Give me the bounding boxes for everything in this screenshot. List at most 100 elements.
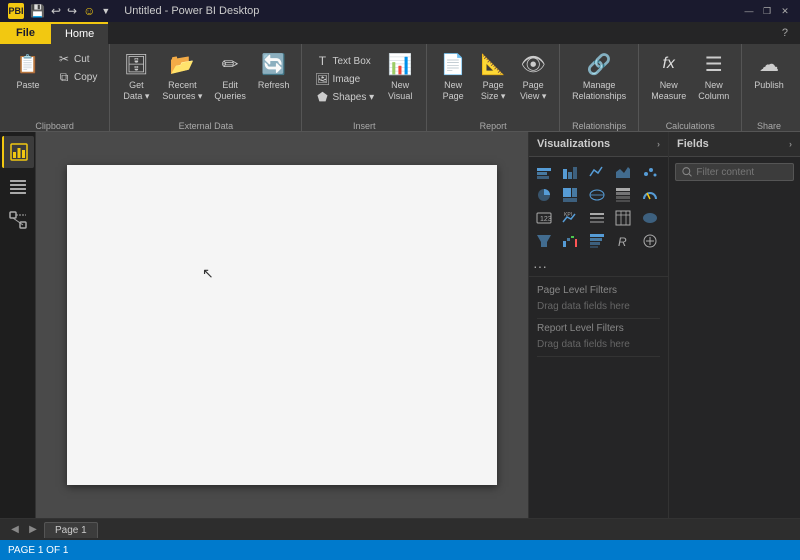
viz-custom[interactable] (639, 230, 661, 252)
dropdown-icon[interactable]: ▼ (101, 6, 110, 16)
viz-line-chart[interactable] (586, 161, 608, 183)
app-icon: PBI (8, 3, 24, 19)
page-tab-1[interactable]: Page 1 (44, 522, 98, 538)
viz-kpi[interactable]: KPI (559, 207, 581, 229)
ribbon-group-external-data: 🗄 GetData ▾ 📂 RecentSources ▾ ✏ EditQuer… (110, 44, 302, 131)
nav-report-view[interactable] (2, 136, 34, 168)
status-text: PAGE 1 OF 1 (8, 545, 68, 556)
more-visualizations-button[interactable]: ··· (529, 256, 668, 276)
cut-button[interactable]: ✂ Cut (52, 50, 101, 68)
page-next-button[interactable]: ▶ (26, 523, 40, 537)
refresh-icon: 🔄 (260, 50, 288, 78)
left-sidebar (0, 132, 36, 518)
shapes-button[interactable]: ⬟ Shapes ▾ (310, 88, 378, 106)
cursor: ↖ (202, 265, 214, 282)
svg-text:123: 123 (540, 216, 552, 223)
visualizations-title: Visualizations (537, 138, 610, 150)
new-measure-icon: fx (655, 50, 683, 78)
page-view-icon: 👁 (519, 50, 547, 78)
fields-title: Fields (677, 138, 709, 150)
canvas-area[interactable]: ↖ (36, 132, 528, 518)
report-level-filters-label: Report Level Filters (537, 319, 660, 336)
recent-sources-icon: 📂 (168, 50, 196, 78)
viz-pie[interactable] (533, 184, 555, 206)
copy-icon: ⧉ (56, 69, 72, 85)
fields-chevron[interactable]: › (789, 139, 792, 149)
viz-clustered-bar[interactable] (559, 161, 581, 183)
image-button[interactable]: 🖼 Image (310, 70, 378, 88)
copy-button[interactable]: ⧉ Copy (52, 68, 101, 86)
shapes-icon: ⬟ (314, 89, 330, 105)
viz-waterfall[interactable] (559, 230, 581, 252)
image-icon: 🖼 (314, 71, 330, 87)
paste-icon: 📋 (14, 50, 42, 78)
svg-text:KPI: KPI (564, 212, 572, 218)
visualizations-panel: Visualizations › (529, 132, 669, 518)
close-button[interactable]: ✕ (778, 4, 792, 18)
right-panel: Visualizations › (528, 132, 800, 518)
get-data-button[interactable]: 🗄 GetData ▾ (118, 48, 154, 104)
tab-home[interactable]: Home (51, 22, 108, 44)
new-page-button[interactable]: 📄 NewPage (435, 48, 471, 104)
undo-icon[interactable]: ↩ (51, 4, 61, 18)
tab-file[interactable]: File (0, 22, 51, 44)
edit-queries-icon: ✏ (216, 50, 244, 78)
save-icon[interactable]: 💾 (30, 4, 45, 18)
page-view-button[interactable]: 👁 PageView ▾ (515, 48, 551, 104)
tab-bar: File Home ? (0, 22, 800, 44)
title-text: Untitled - Power BI Desktop (124, 5, 259, 17)
redo-icon[interactable]: ↪ (67, 4, 77, 18)
visualizations-chevron[interactable]: › (657, 139, 660, 149)
viz-matrix[interactable] (612, 184, 634, 206)
viz-gauge[interactable] (639, 184, 661, 206)
status-bar: PAGE 1 OF 1 (0, 540, 800, 560)
new-column-icon: ☰ (700, 50, 728, 78)
viz-filled-map[interactable] (639, 207, 661, 229)
viz-ribbon[interactable] (586, 230, 608, 252)
new-visual-button[interactable]: 📊 NewVisual (382, 48, 418, 104)
recent-sources-button[interactable]: 📂 RecentSources ▾ (158, 48, 206, 104)
viz-treemap[interactable] (559, 184, 581, 206)
maximize-button[interactable]: ❐ (760, 4, 774, 18)
viz-card[interactable]: 123 (533, 207, 555, 229)
manage-relationships-icon: 🔗 (585, 50, 613, 78)
new-visual-icon: 📊 (386, 50, 414, 78)
smiley-icon[interactable]: ☺ (83, 4, 95, 18)
title-bar: PBI 💾 ↩ ↪ ☺ ▼ Untitled - Power BI Deskto… (0, 0, 800, 22)
viz-map[interactable] (586, 184, 608, 206)
edit-queries-button[interactable]: ✏ EditQueries (210, 48, 250, 104)
cut-icon: ✂ (56, 51, 72, 67)
text-box-button[interactable]: T Text Box (310, 52, 378, 70)
viz-stacked-bar[interactable] (533, 161, 555, 183)
ribbon-group-calculations: fx NewMeasure ☰ NewColumn Calculations (639, 44, 742, 131)
viz-slicer[interactable] (586, 207, 608, 229)
search-icon (682, 166, 692, 178)
viz-scatter[interactable] (639, 161, 661, 183)
report-level-drop-area[interactable]: Drag data fields here (537, 336, 660, 357)
viz-area-chart[interactable] (612, 161, 634, 183)
page-level-drop-area[interactable]: Drag data fields here (537, 298, 660, 319)
refresh-button[interactable]: 🔄 Refresh (254, 48, 294, 93)
new-column-button[interactable]: ☰ NewColumn (694, 48, 733, 104)
ribbon-group-clipboard: 📋 Paste ✂ Cut ⧉ Copy Clipboard (0, 44, 110, 131)
fields-search-box[interactable] (675, 163, 794, 181)
ribbon-group-relationships: 🔗 ManageRelationships Relationships (560, 44, 639, 131)
publish-button[interactable]: ☁ Publish (750, 48, 788, 93)
report-canvas[interactable]: ↖ (67, 165, 497, 485)
help-icon[interactable]: ? (778, 27, 792, 39)
filters-section: Page Level Filters Drag data fields here… (529, 276, 668, 361)
ribbon-group-insert: T Text Box 🖼 Image ⬟ Shapes ▾ 📊 NewVisua… (302, 44, 427, 131)
viz-r-visual[interactable]: R (612, 230, 634, 252)
fields-search-input[interactable] (696, 167, 787, 178)
new-measure-button[interactable]: fx NewMeasure (647, 48, 690, 104)
viz-funnel[interactable] (533, 230, 555, 252)
svg-text:R: R (618, 235, 627, 249)
paste-button[interactable]: 📋 Paste (8, 48, 48, 93)
nav-data-view[interactable] (2, 170, 34, 202)
nav-relationships-view[interactable] (2, 204, 34, 236)
page-size-button[interactable]: 📐 PageSize ▾ (475, 48, 511, 104)
manage-relationships-button[interactable]: 🔗 ManageRelationships (568, 48, 630, 104)
viz-table[interactable] (612, 207, 634, 229)
page-prev-button[interactable]: ◀ (8, 523, 22, 537)
minimize-button[interactable]: — (742, 4, 756, 18)
